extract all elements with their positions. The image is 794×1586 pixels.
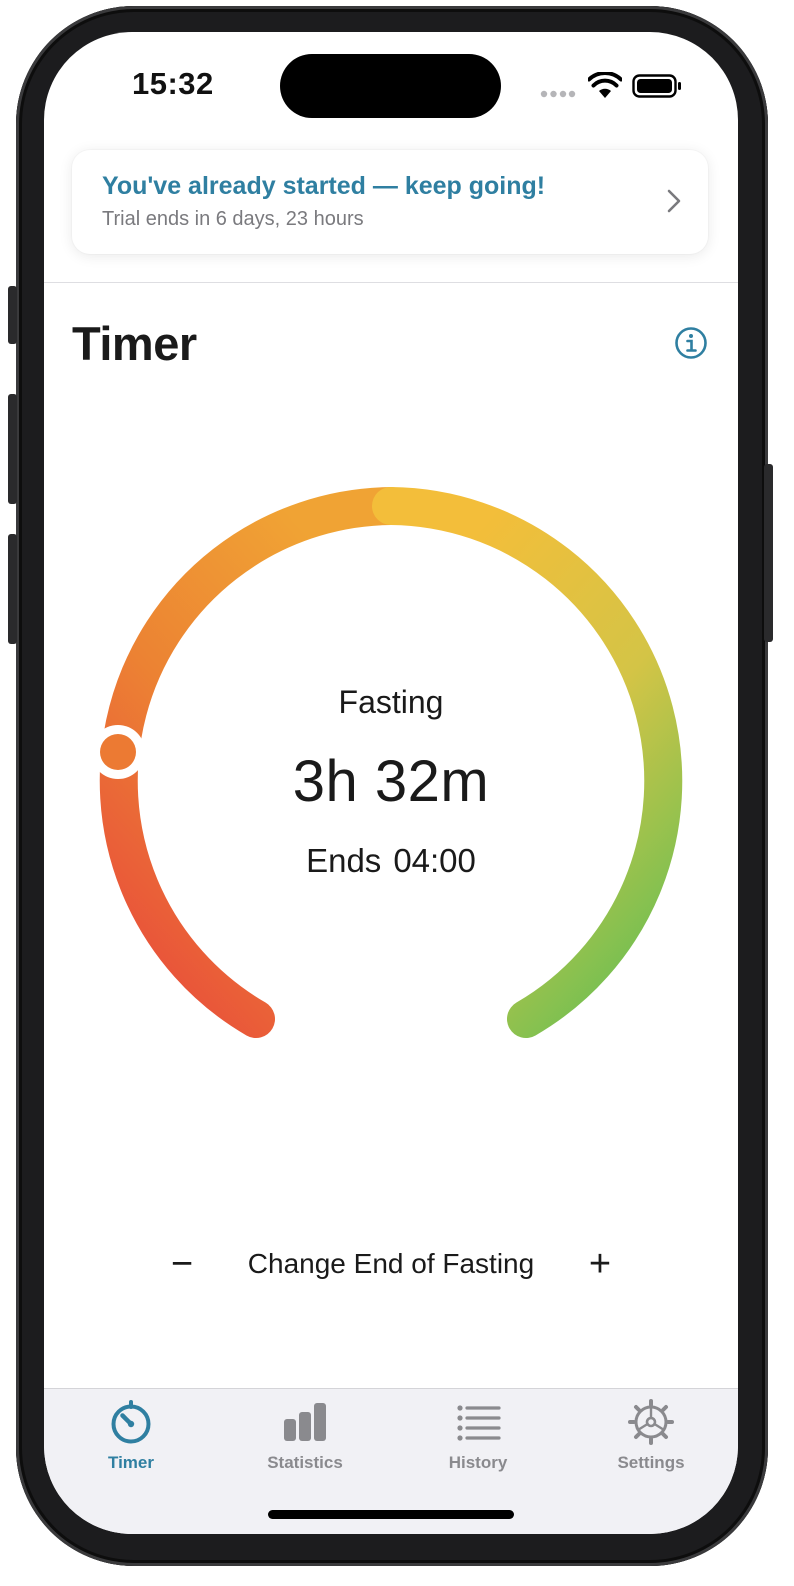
power-button — [764, 464, 773, 642]
info-icon[interactable] — [674, 326, 708, 360]
tab-settings[interactable]: Settings — [564, 1399, 738, 1489]
tab-statistics[interactable]: Statistics — [218, 1399, 392, 1489]
tab-settings-label: Settings — [617, 1453, 685, 1472]
tab-timer-label: Timer — [108, 1453, 154, 1472]
increase-end-button[interactable]: + — [576, 1240, 624, 1288]
home-indicator[interactable] — [268, 1510, 514, 1519]
list-icon — [457, 1405, 501, 1441]
app-screen: 15:32 You've already started — keep goin… — [44, 32, 738, 1534]
device-stage: 15:32 You've already started — keep goin… — [0, 0, 794, 1586]
wifi-icon — [588, 72, 622, 98]
battery-icon — [632, 74, 681, 98]
volume-down-button — [8, 534, 17, 644]
trial-banner[interactable]: You've already started — keep going! Tri… — [72, 150, 708, 254]
chevron-right-icon — [667, 189, 681, 213]
banner-title: You've already started — keep going! — [102, 172, 546, 200]
gear-icon — [628, 1399, 674, 1445]
ends-time: 04:00 — [393, 842, 476, 879]
banner-subtitle: Trial ends in 6 days, 23 hours — [102, 208, 364, 230]
change-end-row: − Change End of Fasting + — [44, 1240, 738, 1288]
cellular-signal-icon — [540, 90, 576, 98]
tab-history-label: History — [448, 1453, 508, 1472]
fasting-end-time: Ends 04:00 — [44, 842, 738, 880]
tab-timer[interactable]: Timer — [44, 1399, 218, 1489]
elapsed-time: 3h 32m — [292, 749, 490, 814]
bar-chart-icon — [284, 1403, 326, 1441]
ends-label: Ends — [306, 842, 382, 879]
page-title: Timer — [72, 317, 197, 370]
timer-icon — [111, 1400, 151, 1444]
tab-statistics-label: Statistics — [267, 1453, 343, 1472]
change-end-label: Change End of Fasting — [247, 1248, 535, 1279]
header-divider — [44, 282, 738, 283]
fasting-state-label: Fasting — [338, 684, 444, 720]
silent-switch — [8, 286, 17, 344]
dynamic-island — [280, 54, 501, 118]
status-time: 15:32 — [132, 66, 214, 101]
tab-history[interactable]: History — [391, 1399, 565, 1489]
volume-up-button — [8, 394, 17, 504]
